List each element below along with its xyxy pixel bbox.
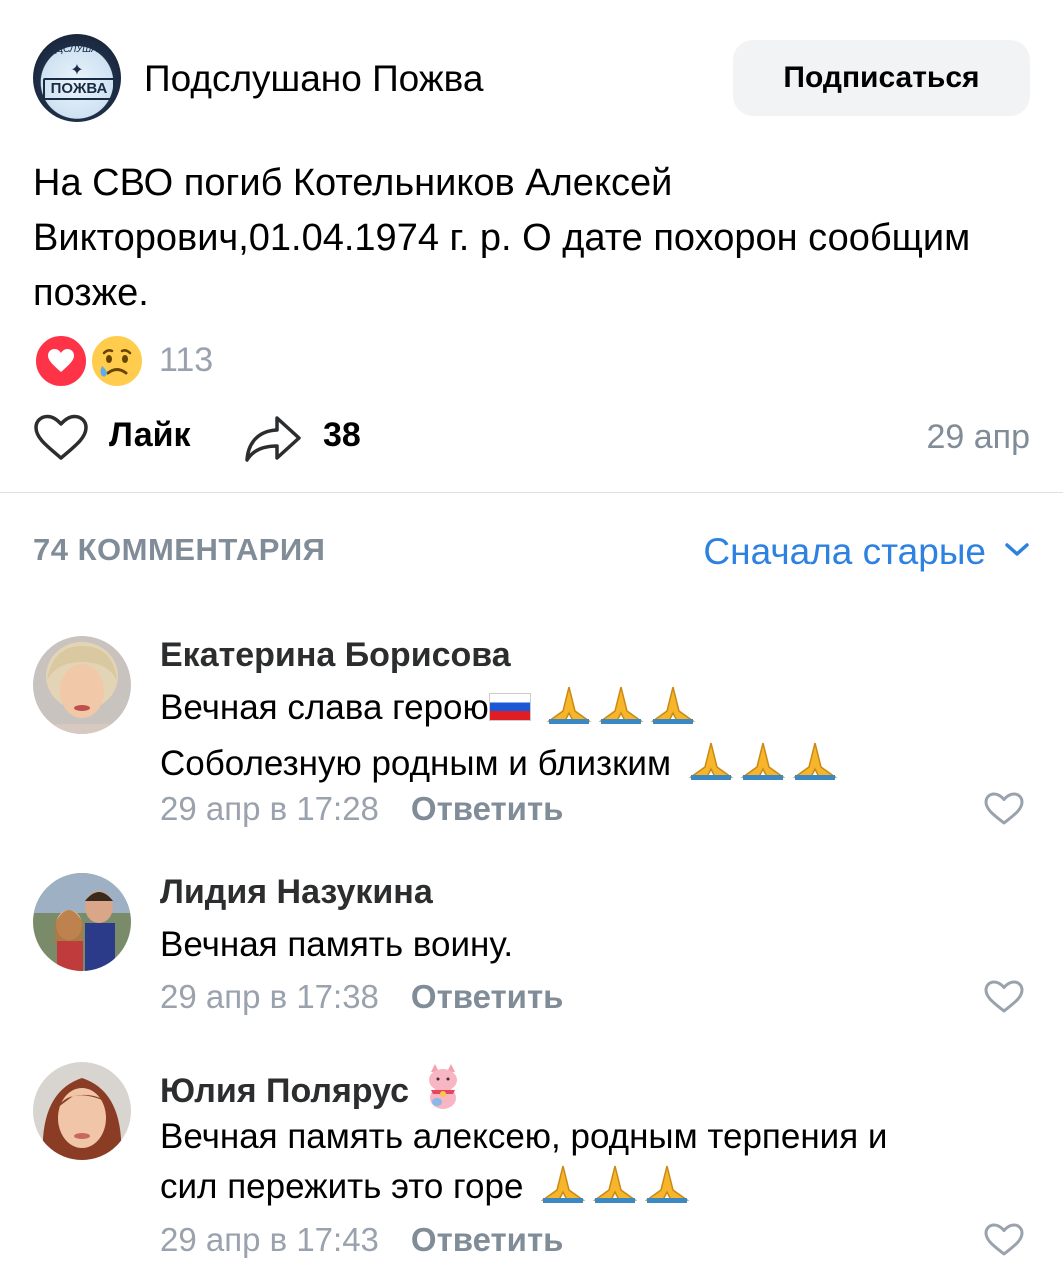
comment-text: Вечная память воину. [160, 920, 1020, 970]
heart-outline-icon[interactable] [33, 414, 89, 467]
avatar[interactable] [33, 1062, 131, 1160]
comment-text: Вечная память алексею, родным терпения и… [160, 1112, 1020, 1218]
comment-meta: 29 апр в 17:38 Ответить [160, 978, 563, 1016]
comment-time: 29 апр в 17:43 [160, 1221, 379, 1258]
comment-line: Вечная слава герою [160, 683, 1020, 739]
comment-meta: 29 апр в 17:28 Ответить [160, 790, 563, 828]
comment-author[interactable]: Лидия Назукина [160, 873, 433, 912]
crying-face-icon [89, 333, 145, 389]
post-page: ПОДСЛУШАНО ✦ ПОЖВА Подслушано Пожва Подп… [0, 0, 1063, 1280]
share-icon[interactable] [243, 414, 303, 469]
praying-hands-icon [543, 683, 699, 739]
like-button[interactable]: Лайк [109, 416, 191, 455]
comments-sort-select[interactable]: Сначала старые [703, 530, 1030, 574]
comment-meta: 29 апр в 17:43 Ответить [160, 1221, 563, 1259]
share-count: 38 [323, 416, 361, 454]
comment-author[interactable]: Юлия Полярус [160, 1062, 463, 1119]
russia-flag-icon [488, 693, 531, 721]
comment-line-text: Соболезную родным и близким [160, 744, 672, 783]
comment-item: Екатерина Борисова Вечная слава герою Со… [0, 636, 1063, 828]
comment-line-text: сил пережить это горе [160, 1167, 524, 1206]
avatar[interactable] [33, 636, 131, 734]
comment-time: 29 апр в 17:38 [160, 978, 379, 1015]
post-date: 29 апр [926, 418, 1031, 456]
comment-author-name: Юлия Полярус [160, 1072, 410, 1110]
comments-count: 74 КОММЕНТАРИЯ [33, 532, 326, 567]
heart-outline-icon[interactable] [984, 980, 1024, 1019]
heart-icon [33, 333, 89, 389]
post-actions: Лайк 38 29 апр [33, 408, 1030, 468]
divider [0, 492, 1063, 493]
heart-outline-icon[interactable] [984, 792, 1024, 831]
reply-button[interactable]: Ответить [411, 790, 564, 827]
group-name[interactable]: Подслушано Пожва [144, 58, 483, 100]
comment-item: Лидия Назукина Вечная память воину. 29 а… [0, 873, 1063, 1023]
deer-icon: ✦ [70, 62, 84, 79]
comment-time: 29 апр в 17:28 [160, 790, 379, 827]
heart-outline-icon[interactable] [984, 1223, 1024, 1262]
comment-line: Соболезную родным и близким [160, 739, 1020, 795]
comment-author[interactable]: Екатерина Борисова [160, 636, 511, 675]
comment-line-text: Вечная слава герою [160, 688, 489, 727]
avatar[interactable] [33, 873, 131, 971]
reactions-summary[interactable]: 113 [33, 333, 333, 389]
comment-line-text: Вечная память алексею, родным терпения и [160, 1117, 888, 1156]
logo-main-text: ПОЖВА [43, 78, 115, 100]
subscribe-button[interactable]: Подписаться [733, 40, 1030, 116]
comment-text: Вечная слава герою Соболезную родным и б… [160, 683, 1020, 795]
lucky-cat-icon [423, 1062, 463, 1119]
post-header: ПОДСЛУШАНО ✦ ПОЖВА Подслушано Пожва Подп… [0, 34, 1063, 124]
logo-top-text: ПОДСЛУШАНО [42, 44, 112, 55]
comment-item: Юлия Полярус Вечная память алексею, родн… [0, 1062, 1063, 1272]
post-text: На СВО погиб Котельников Алексей Викторо… [33, 162, 971, 314]
sort-label: Сначала старые [703, 531, 986, 572]
comment-line-text: Вечная память воину. [160, 925, 514, 964]
chevron-down-icon [1004, 542, 1030, 563]
reactions-count: 113 [159, 341, 214, 379]
praying-hands-icon [685, 739, 841, 795]
reply-button[interactable]: Ответить [411, 978, 564, 1015]
group-avatar[interactable]: ПОДСЛУШАНО ✦ ПОЖВА [33, 34, 121, 122]
reply-button[interactable]: Ответить [411, 1221, 564, 1258]
comment-line: сил пережить это горе [160, 1162, 1020, 1218]
praying-hands-icon [537, 1162, 693, 1218]
